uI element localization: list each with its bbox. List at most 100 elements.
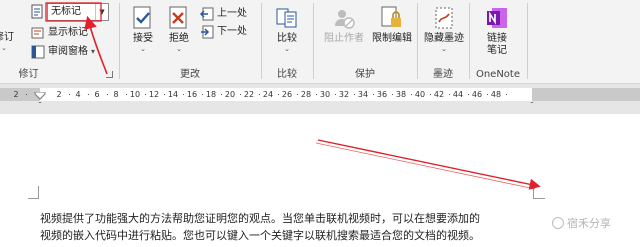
previous-label: 上一处 xyxy=(217,8,247,19)
group-revisions: 修订 ⌄ 无标记 ▼ 显示标记 审阅窗格 ▾ 修订 xyxy=(0,0,119,84)
next-label: 下一处 xyxy=(217,26,247,37)
reject-icon xyxy=(168,6,190,30)
ribbon: 修订 ⌄ 无标记 ▼ 显示标记 审阅窗格 ▾ 修订 xyxy=(0,0,640,84)
track-changes-label: 修订 xyxy=(0,32,14,43)
ruler-tick-label: 48 xyxy=(490,90,502,99)
ruler-tick xyxy=(182,94,184,95)
reviewing-pane-button[interactable]: 审阅窗格 ▾ xyxy=(31,44,95,60)
next-arrow-icon xyxy=(200,25,214,39)
dialog-launcher-icon[interactable] xyxy=(106,71,113,78)
ruler-tick xyxy=(315,94,317,95)
ruler-tick-label: 40 xyxy=(414,90,426,99)
linked-notes-label: 链接笔记 xyxy=(487,33,507,56)
hide-ink-label: 隐藏墨迹 xyxy=(424,33,464,44)
chevron-down-icon: ⌄ xyxy=(284,45,290,53)
ruler-tick-label: 34 xyxy=(357,90,369,99)
hide-ink-icon xyxy=(433,6,455,30)
ruler-tick xyxy=(429,94,431,95)
document-paragraph-line: 视频的嵌入代码中进行粘贴。您也可以键入一个关键字以联机搜索最适合您的文档的视频。 xyxy=(40,229,480,242)
ruler-tick xyxy=(220,94,222,95)
document-body-text[interactable]: 视频提供了功能强大的方法帮助您证明您的观点。当您单击联机视频时，可以在想要添加的… xyxy=(40,210,640,244)
lock-icon xyxy=(381,6,403,30)
ruler-tick xyxy=(372,94,374,95)
accept-label: 接受 xyxy=(133,33,153,44)
ruler-tick xyxy=(68,94,70,95)
accept-icon xyxy=(132,6,154,30)
show-markup-label: 显示标记 xyxy=(48,27,88,38)
linked-notes-button[interactable]: 链接笔记 xyxy=(478,4,516,62)
compare-icon xyxy=(276,6,298,30)
ruler-tick xyxy=(144,94,146,95)
compare-button[interactable]: 比较 ⌄ xyxy=(268,4,306,62)
ruler-tick-label: 8 xyxy=(113,90,119,99)
ruler-tick-label: 4 xyxy=(75,90,81,99)
ruler-tick-label: 16 xyxy=(186,90,198,99)
ruler-tick-label: 2 xyxy=(13,90,19,99)
dropdown-caret-icon[interactable]: ▼ xyxy=(95,4,108,20)
reject-button[interactable]: 拒绝 ⌄ xyxy=(160,4,198,62)
crop-mark-top-right-h xyxy=(533,198,545,199)
ruler-tick xyxy=(486,94,488,95)
block-authors-label: 阻止作者 xyxy=(324,33,364,44)
ruler-tick xyxy=(448,94,450,95)
restrict-editing-button[interactable]: 限制编辑 xyxy=(369,4,415,62)
markup-select[interactable]: 无标记 ▼ xyxy=(47,3,109,21)
ruler-right-margin xyxy=(532,88,640,101)
ruler-tick-label: 10 xyxy=(129,90,141,99)
track-changes-button[interactable]: 修订 ⌄ xyxy=(0,30,22,56)
ruler-tick-label: 24 xyxy=(262,90,274,99)
right-indent-marker[interactable] xyxy=(526,95,538,111)
chevron-down-icon: ⌄ xyxy=(140,45,146,53)
accept-button[interactable]: 接受 ⌄ xyxy=(124,4,162,62)
reject-label: 拒绝 xyxy=(169,33,189,44)
ruler-tick xyxy=(258,94,260,95)
ruler-tick-label: 42 xyxy=(433,90,445,99)
block-authors-button[interactable]: 阻止作者 xyxy=(320,4,368,62)
watermark: 宿禾分享 xyxy=(552,215,611,231)
ruler-tick xyxy=(410,94,412,95)
group-label-changes: 更改 xyxy=(180,69,200,80)
group-onenote: 链接笔记 OneNote xyxy=(470,0,526,84)
hanging-indent-marker[interactable] xyxy=(34,95,46,111)
ruler-tick-label: 28 xyxy=(300,90,312,99)
ruler-tick xyxy=(353,94,355,95)
ruler-tick xyxy=(391,94,393,95)
group-label-compare: 比较 xyxy=(277,69,297,80)
hide-ink-button[interactable]: 隐藏墨迹 ⌄ xyxy=(422,4,466,62)
ruler-tick-label: 12 xyxy=(148,90,160,99)
ruler-tick xyxy=(163,94,165,95)
block-authors-icon xyxy=(333,6,355,30)
group-changes: 接受 ⌄ 拒绝 ⌄ 上一处 下一处 更改 xyxy=(120,0,260,84)
ruler-tick xyxy=(296,94,298,95)
ruler-tick xyxy=(125,94,127,95)
ruler-tick-label: 22 xyxy=(243,90,255,99)
next-change-button[interactable]: 下一处 xyxy=(200,24,247,40)
document-paragraph-line: 视频提供了功能强大的方法帮助您证明您的观点。当您单击联机视频时，可以在想要添加的 xyxy=(40,212,480,225)
show-markup-button[interactable]: 显示标记 xyxy=(31,25,88,41)
crop-mark-top-left xyxy=(38,186,39,198)
restrict-editing-label: 限制编辑 xyxy=(372,33,412,44)
group-label-revisions: 修订 xyxy=(18,69,39,80)
crop-mark-top-right xyxy=(533,186,534,198)
markup-display-icon xyxy=(31,4,45,20)
chevron-down-icon[interactable]: ▾ xyxy=(91,44,95,60)
crop-mark-top-left-h xyxy=(28,198,39,199)
group-protect: 阻止作者 限制编辑 保护 xyxy=(314,0,416,84)
horizontal-ruler[interactable]: 2 2 4 6 8 10 12 14 16 18 20 22 24 26 28 30 32 34 36 38 40 42 4… xyxy=(0,85,640,111)
reviewing-pane-label: 审阅窗格 xyxy=(48,46,88,57)
ruler-tick xyxy=(467,94,469,95)
show-markup-icon xyxy=(31,26,45,40)
chevron-down-icon: ⌄ xyxy=(441,45,447,53)
group-ink: 隐藏墨迹 ⌄ 墨迹 xyxy=(418,0,468,84)
group-label-protect: 保护 xyxy=(355,69,375,80)
watermark-text: 宿禾分享 xyxy=(567,217,611,230)
first-line-indent-marker[interactable] xyxy=(34,85,46,100)
watermark-logo-icon xyxy=(552,217,564,229)
ruler-tick-label: 44 xyxy=(452,90,464,99)
previous-change-button[interactable]: 上一处 xyxy=(199,6,247,22)
group-compare: 比较 ⌄ 比较 xyxy=(262,0,312,84)
onenote-icon xyxy=(486,6,508,30)
ruler-tick xyxy=(277,94,279,95)
markup-select-value: 无标记 xyxy=(51,6,81,17)
ruler-tick-label: 2 xyxy=(56,90,62,99)
